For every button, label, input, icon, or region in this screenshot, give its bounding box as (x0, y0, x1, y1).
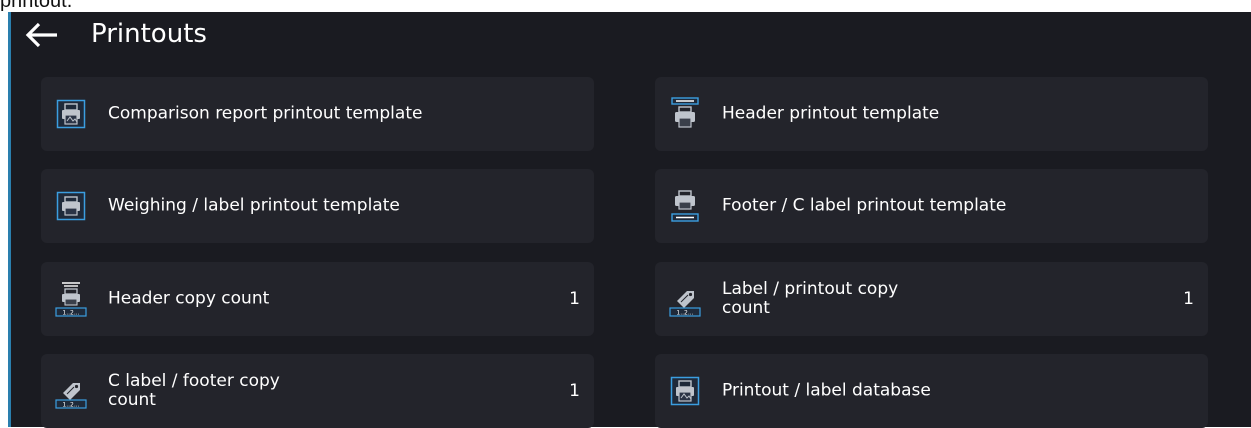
tile-label: C label / footer copy count (108, 371, 280, 410)
tile-comparison-report-printout-template[interactable]: Comparison report printout template (41, 77, 594, 151)
printer-copy-count-icon: 1..2... (53, 281, 89, 317)
tile-label-printout-copy-count[interactable]: 1..2... Label / printout copy count 1 (655, 262, 1208, 336)
tile-value: 1 (569, 381, 580, 401)
printer-header-icon (667, 96, 703, 132)
back-button[interactable] (23, 18, 63, 52)
page-title: Printouts (91, 19, 207, 49)
svg-text:1..2...: 1..2... (62, 310, 79, 317)
tile-header-copy-count[interactable]: 1..2... Header copy count 1 (41, 262, 594, 336)
tile-header-printout-template[interactable]: Header printout template (655, 77, 1208, 151)
tile-c-label-footer-copy-count[interactable]: 1..2... C label / footer copy count 1 (41, 354, 594, 428)
tile-label: Printout / label database (722, 380, 931, 401)
tile-label: Header printout template (722, 103, 940, 124)
printouts-screen: Printouts Comparison report printout tem… (8, 12, 1251, 428)
printer-doc-icon (53, 96, 89, 132)
document-text-fragment: printout. (0, 0, 73, 12)
tile-label: Header copy count (108, 288, 270, 309)
printer-footer-icon (667, 188, 703, 224)
svg-text:1..2...: 1..2... (676, 310, 693, 317)
tile-footer-c-label-printout-template[interactable]: Footer / C label printout template (655, 169, 1208, 243)
tile-weighing-label-printout-template[interactable]: Weighing / label printout template (41, 169, 594, 243)
printer-icon (53, 188, 89, 224)
tile-value: 1 (1183, 289, 1194, 309)
svg-text:1..2...: 1..2... (62, 402, 79, 409)
tag-copy-count-icon: 1..2... (667, 281, 703, 317)
tile-printout-label-database[interactable]: Printout / label database (655, 354, 1208, 428)
tile-label: Footer / C label printout template (722, 195, 1007, 216)
tile-label: Label / printout copy count (722, 279, 899, 318)
top-bar: Printouts (11, 12, 1251, 58)
tile-value: 1 (569, 289, 580, 309)
tag-copy-count-icon: 1..2... (53, 373, 89, 409)
tile-label: Weighing / label printout template (108, 195, 400, 216)
tile-label: Comparison report printout template (108, 103, 423, 124)
arrow-left-icon (25, 22, 57, 48)
printer-doc-icon (667, 373, 703, 409)
